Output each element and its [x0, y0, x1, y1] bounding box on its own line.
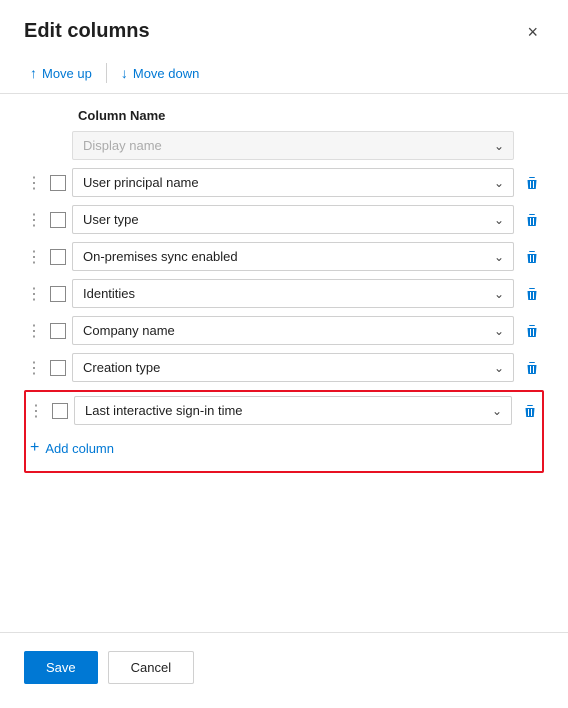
- highlighted-column-row: ⋮ Last interactive sign-in time ⌄: [26, 396, 542, 425]
- col-select-3[interactable]: On-premises sync enabled: [72, 242, 514, 271]
- drag-handle-highlighted[interactable]: ⋮: [26, 401, 46, 421]
- drag-handle-4[interactable]: ⋮: [24, 284, 44, 304]
- move-down-label: Move down: [133, 66, 199, 81]
- drag-handle-5[interactable]: ⋮: [24, 321, 44, 341]
- add-icon: +: [30, 439, 39, 457]
- dialog-header: Edit columns ×: [0, 0, 568, 55]
- col-select-5[interactable]: Company name: [72, 316, 514, 345]
- col-select-wrapper-1: User principal name ⌄: [72, 168, 514, 197]
- dialog-footer: Save Cancel: [0, 632, 568, 708]
- cancel-button[interactable]: Cancel: [108, 651, 194, 684]
- delete-icon-3: [524, 249, 540, 265]
- col-select-wrapper-2: User type ⌄: [72, 205, 514, 234]
- delete-button-6[interactable]: [520, 356, 544, 380]
- row-checkbox-6[interactable]: [50, 360, 66, 376]
- table-row: ⋮ User principal name ⌄: [24, 168, 544, 197]
- add-column-row[interactable]: + Add column: [26, 433, 542, 463]
- save-button[interactable]: Save: [24, 651, 98, 684]
- delete-icon-1: [524, 175, 540, 191]
- delete-icon-5: [524, 323, 540, 339]
- move-up-button[interactable]: ↑ Move up: [24, 61, 98, 85]
- table-row: ⋮ User type ⌄: [24, 205, 544, 234]
- row-checkbox-2[interactable]: [50, 212, 66, 228]
- delete-button-5[interactable]: [520, 319, 544, 343]
- table-row: ⋮ Company name ⌄: [24, 316, 544, 345]
- delete-icon-4: [524, 286, 540, 302]
- drag-handle-6[interactable]: ⋮: [24, 358, 44, 378]
- add-column-label: Add column: [45, 441, 114, 456]
- delete-icon-2: [524, 212, 540, 228]
- delete-icon-6: [524, 360, 540, 376]
- table-row: ⋮ On-premises sync enabled ⌄: [24, 242, 544, 271]
- col-select-6[interactable]: Creation type: [72, 353, 514, 382]
- col-select-2[interactable]: User type: [72, 205, 514, 234]
- close-button[interactable]: ×: [521, 21, 544, 43]
- col-select-wrapper-4: Identities ⌄: [72, 279, 514, 308]
- drag-handle-2[interactable]: ⋮: [24, 210, 44, 230]
- col-select-wrapper-highlighted: Last interactive sign-in time ⌄: [74, 396, 512, 425]
- col-select-wrapper-3: On-premises sync enabled ⌄: [72, 242, 514, 271]
- delete-button-highlighted[interactable]: [518, 399, 542, 423]
- move-down-icon: ↓: [121, 65, 128, 81]
- delete-icon-highlighted: [522, 403, 538, 419]
- drag-handle-1[interactable]: ⋮: [24, 173, 44, 193]
- delete-button-1[interactable]: [520, 171, 544, 195]
- drag-handle-3[interactable]: ⋮: [24, 247, 44, 267]
- row-checkbox-1[interactable]: [50, 175, 66, 191]
- col-select-0: Display name: [72, 131, 514, 160]
- row-checkbox-highlighted[interactable]: [52, 403, 68, 419]
- columns-content: Column Name ⋮ Display name ⌄ ⋮ User pri: [0, 94, 568, 632]
- col-select-4[interactable]: Identities: [72, 279, 514, 308]
- col-select-wrapper-5: Company name ⌄: [72, 316, 514, 345]
- edit-columns-dialog: Edit columns × ↑ Move up ↓ Move down Col…: [0, 0, 568, 708]
- column-name-header: Column Name: [24, 94, 544, 131]
- dialog-title: Edit columns: [24, 20, 150, 43]
- delete-button-4[interactable]: [520, 282, 544, 306]
- col-select-1[interactable]: User principal name: [72, 168, 514, 197]
- col-select-wrapper-0: Display name ⌄: [72, 131, 514, 160]
- toolbar-separator: [106, 63, 107, 83]
- toolbar: ↑ Move up ↓ Move down: [0, 55, 568, 94]
- move-up-label: Move up: [42, 66, 92, 81]
- table-row: ⋮ Creation type ⌄: [24, 353, 544, 382]
- move-down-button[interactable]: ↓ Move down: [115, 61, 205, 85]
- col-select-wrapper-6: Creation type ⌄: [72, 353, 514, 382]
- highlighted-section: ⋮ Last interactive sign-in time ⌄ + Add …: [24, 390, 544, 473]
- row-checkbox-5[interactable]: [50, 323, 66, 339]
- table-row: ⋮ Display name ⌄: [24, 131, 544, 160]
- rows-container: ⋮ Display name ⌄ ⋮ User principal name: [24, 131, 544, 382]
- table-row: ⋮ Identities ⌄: [24, 279, 544, 308]
- row-checkbox-3[interactable]: [50, 249, 66, 265]
- row-checkbox-4[interactable]: [50, 286, 66, 302]
- delete-button-3[interactable]: [520, 245, 544, 269]
- move-up-icon: ↑: [30, 65, 37, 81]
- col-select-highlighted[interactable]: Last interactive sign-in time: [74, 396, 512, 425]
- delete-button-2[interactable]: [520, 208, 544, 232]
